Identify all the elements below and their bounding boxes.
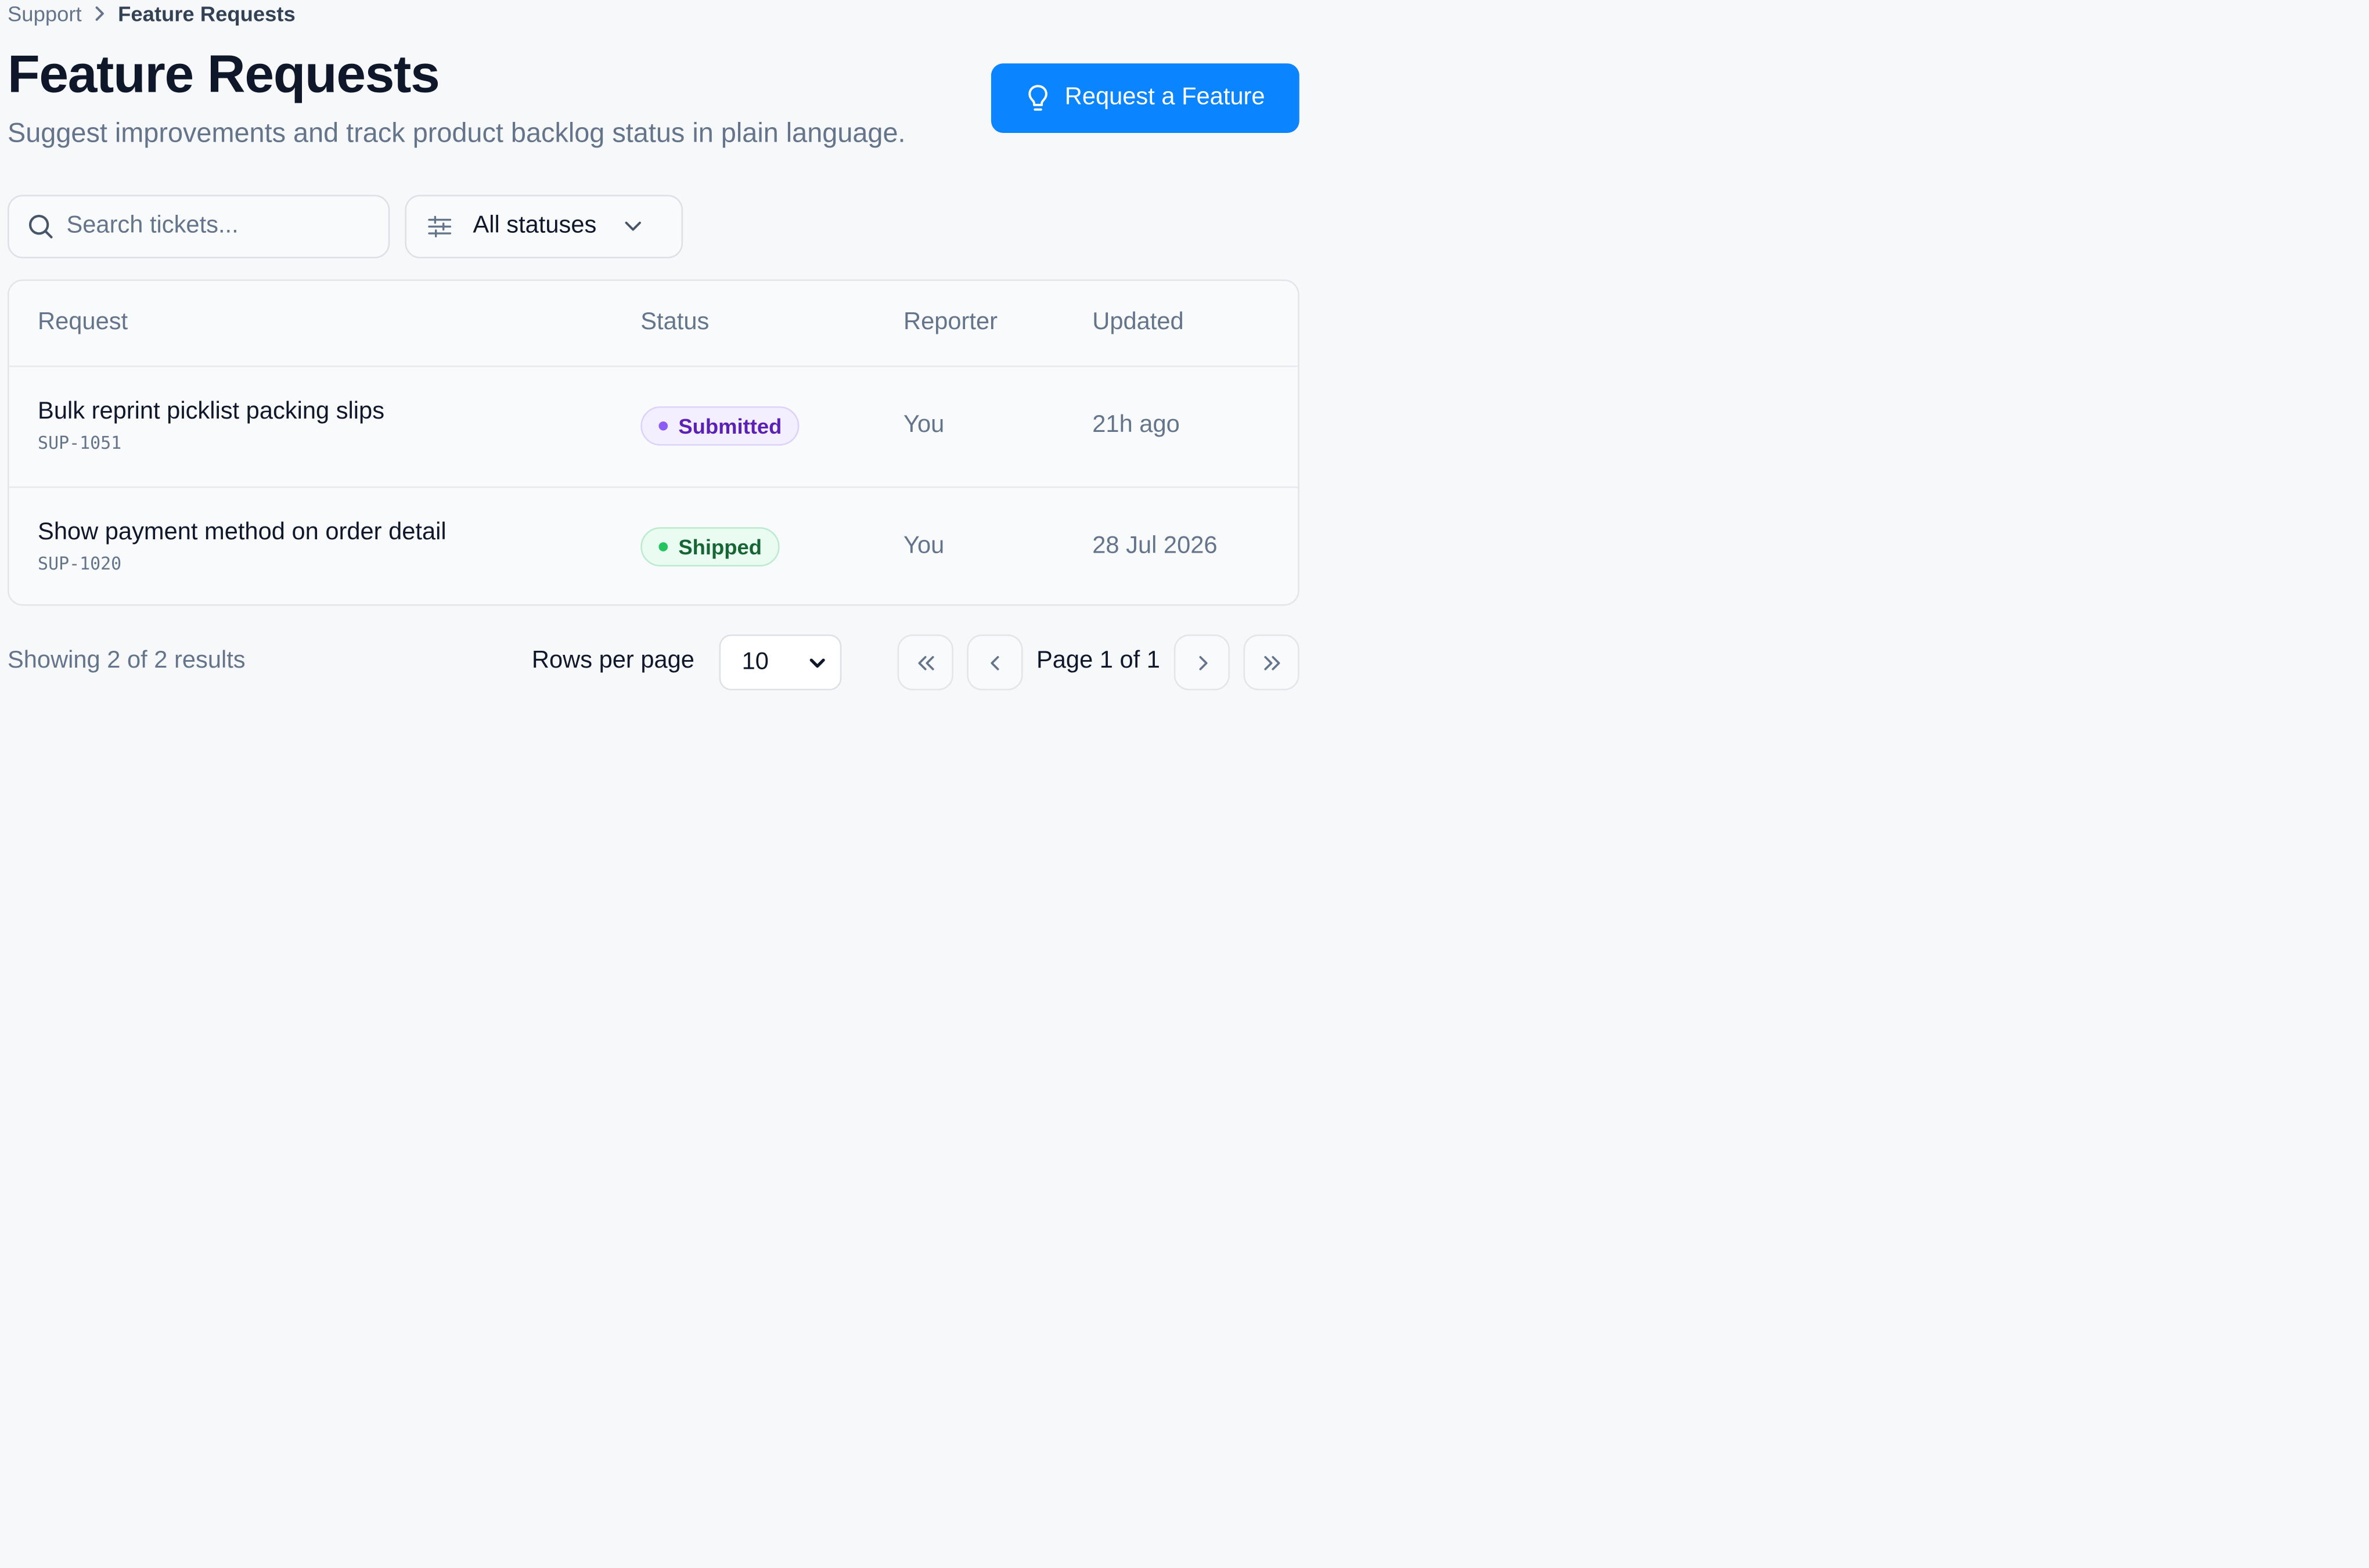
- status-badge: Shipped: [640, 527, 780, 567]
- page: Support Feature Requests Feature Request…: [0, 0, 2369, 1568]
- page-subtitle: Suggest improvements and track product b…: [8, 117, 906, 148]
- status-dot-icon: [658, 421, 668, 431]
- rows-per-page-select[interactable]: 10: [719, 634, 842, 691]
- page-title: Feature Requests: [8, 45, 440, 104]
- chevrons-right-icon: [1261, 653, 1281, 671]
- status-dot-icon: [658, 542, 668, 551]
- column-header-request[interactable]: Request: [38, 308, 128, 338]
- updated-cell: 21h ago: [1092, 412, 1180, 438]
- chevrons-left-icon: [915, 653, 936, 671]
- search-input[interactable]: [66, 212, 369, 240]
- chevron-down-icon: [808, 653, 826, 673]
- request-id: SUP-1020: [38, 553, 122, 574]
- reporter-cell: You: [903, 412, 945, 438]
- request-feature-label: Request a Feature: [1064, 84, 1265, 110]
- rows-per-page-label: Rows per page: [531, 648, 694, 674]
- request-feature-button[interactable]: Request a Feature: [991, 63, 1299, 133]
- request-title[interactable]: Bulk reprint picklist packing slips: [38, 397, 384, 427]
- rows-per-page-value: 10: [741, 648, 769, 675]
- breadcrumb: Support Feature Requests: [8, 0, 296, 27]
- page-indicator: Page 1 of 1: [1036, 648, 1160, 674]
- requests-table: Request Status Reporter Updated Bulk rep…: [8, 279, 1299, 606]
- request-id: SUP-1051: [38, 432, 122, 453]
- first-page-button[interactable]: [897, 634, 953, 691]
- chevron-left-icon: [987, 653, 1002, 671]
- request-title[interactable]: Show payment method on order detail: [38, 518, 447, 549]
- status-badge: Submitted: [640, 406, 800, 446]
- next-page-button[interactable]: [1173, 634, 1230, 691]
- search-icon: [27, 213, 55, 240]
- updated-cell: 28 Jul 2026: [1092, 533, 1218, 559]
- previous-page-button[interactable]: [967, 634, 1023, 691]
- status-label: Shipped: [678, 535, 762, 559]
- table-row[interactable]: Show payment method on order detail SUP-…: [9, 488, 1298, 604]
- chevron-right-icon: [93, 6, 106, 21]
- results-summary: Showing 2 of 2 results: [8, 648, 246, 674]
- lightbulb-icon: [1025, 83, 1050, 113]
- search-box: [8, 194, 390, 258]
- table-row[interactable]: Bulk reprint picklist packing slips SUP-…: [9, 367, 1298, 488]
- status-filter-value: All statuses: [473, 212, 597, 239]
- column-header-reporter[interactable]: Reporter: [903, 308, 998, 338]
- table-header: Request Status Reporter Updated: [9, 281, 1298, 367]
- last-page-button[interactable]: [1243, 634, 1299, 691]
- reporter-cell: You: [903, 533, 945, 559]
- status-label: Submitted: [678, 413, 782, 438]
- sliders-icon: [427, 214, 452, 239]
- chevron-down-icon: [624, 221, 642, 233]
- chevron-right-icon: [1194, 653, 1209, 671]
- column-header-updated[interactable]: Updated: [1092, 308, 1183, 338]
- status-filter-dropdown[interactable]: All statuses: [405, 194, 683, 258]
- breadcrumb-current: Feature Requests: [118, 1, 296, 26]
- breadcrumb-support-link[interactable]: Support: [8, 2, 82, 26]
- column-header-status[interactable]: Status: [640, 308, 709, 338]
